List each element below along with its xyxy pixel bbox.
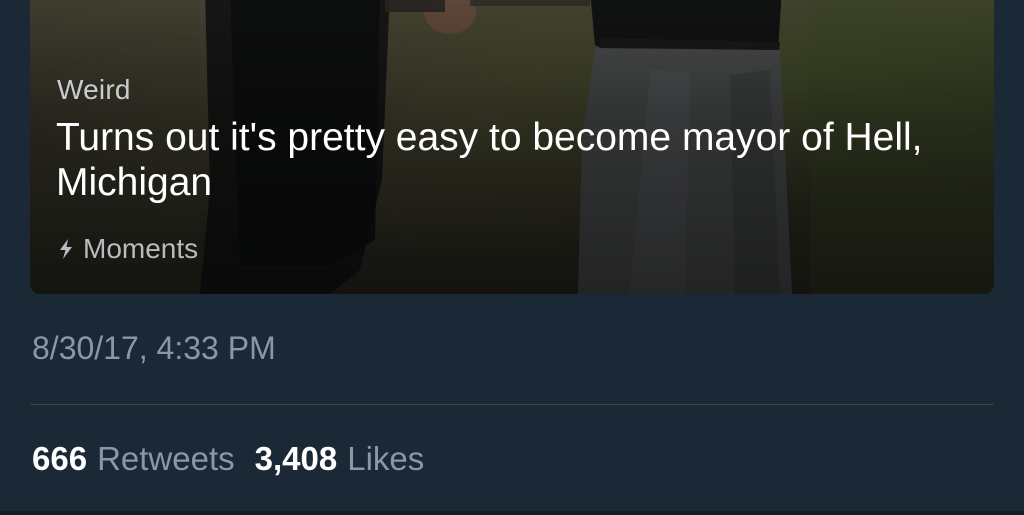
likes-label: Likes xyxy=(347,440,425,477)
divider xyxy=(30,404,994,405)
likes-count: 3,408 xyxy=(254,440,338,477)
moment-title: Turns out it's pretty easy to become may… xyxy=(56,116,923,204)
lightning-bolt-icon xyxy=(60,239,72,259)
likes-stat[interactable]: 3,408 Likes xyxy=(255,440,425,478)
bottom-divider xyxy=(0,511,1024,515)
moment-source-label: Moments xyxy=(83,233,199,264)
retweets-count: 666 xyxy=(32,440,88,477)
retweets-label: Retweets xyxy=(97,440,235,477)
tweet-timestamp: 8/30/17, 4:33 PM xyxy=(32,330,276,366)
tweet-stats: 666 Retweets 3,408 Likes xyxy=(32,440,424,478)
tweet-detail-page: Weird Turns out it's pretty easy to beco… xyxy=(0,0,1024,515)
moment-card[interactable]: Weird Turns out it's pretty easy to beco… xyxy=(30,0,994,294)
moment-source: Moments xyxy=(57,233,198,265)
retweets-stat[interactable]: 666 Retweets xyxy=(32,440,235,478)
moment-category: Weird xyxy=(57,74,131,105)
